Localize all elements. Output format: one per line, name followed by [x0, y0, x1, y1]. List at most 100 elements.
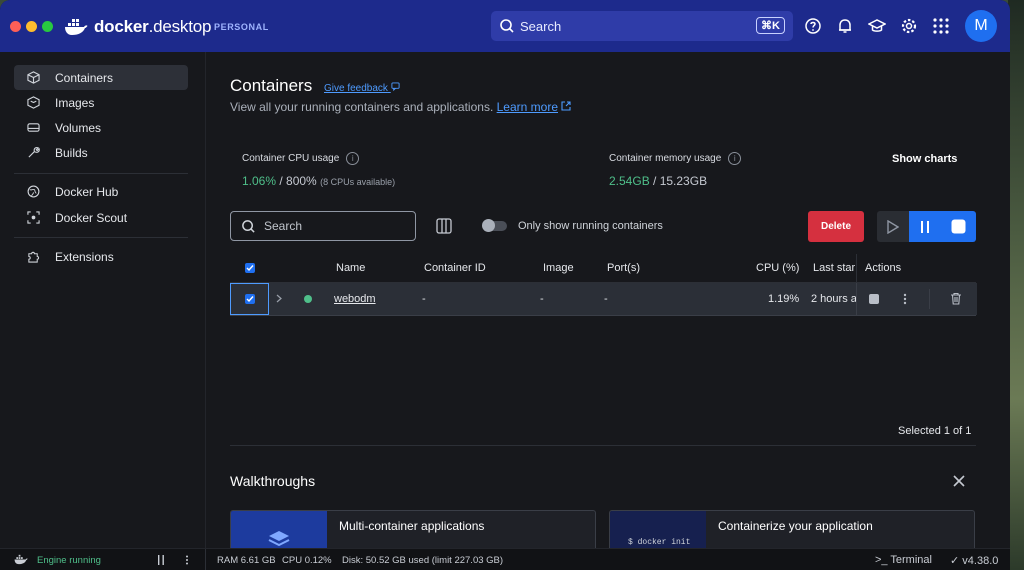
feedback-icon: [391, 82, 400, 92]
sidebar-item-label: Docker Hub: [55, 184, 119, 199]
terminal-button[interactable]: >_ Terminal: [875, 554, 932, 566]
sidebar-item-docker-scout[interactable]: Docker Scout: [14, 205, 188, 230]
column-image[interactable]: Image: [543, 262, 574, 274]
columns-icon[interactable]: [436, 218, 452, 234]
running-only-toggle[interactable]: [482, 219, 507, 232]
column-ports[interactable]: Port(s): [607, 262, 640, 274]
terminal-icon: >_: [875, 554, 888, 566]
give-feedback-link[interactable]: Give feedback: [324, 82, 400, 94]
sidebar-divider: [14, 237, 188, 238]
table-row[interactable]: webodm - - - 1.19% 2 hours a: [230, 283, 977, 316]
card-code-snippet: $ docker init: [628, 538, 691, 547]
last-started-cell: 2 hours a: [811, 293, 857, 305]
checkmark-icon: [246, 265, 254, 272]
minimize-window-button[interactable]: [26, 21, 37, 32]
memory-usage-current: 2.54GB: [609, 174, 650, 188]
delete-button[interactable]: Delete: [808, 211, 864, 242]
walkthroughs-title: Walkthroughs: [230, 473, 316, 489]
delete-trash-icon[interactable]: [950, 292, 962, 305]
toggle-knob: [482, 219, 495, 232]
card-title: Multi-container applications: [339, 519, 485, 533]
info-icon[interactable]: i: [728, 152, 742, 165]
card-title: Containerize your application: [718, 519, 873, 533]
sidebar-item-volumes[interactable]: Volumes: [14, 115, 188, 140]
version-indicator[interactable]: ✓ v4.38.0: [950, 554, 998, 567]
close-window-button[interactable]: [10, 21, 21, 32]
sidebar-item-builds[interactable]: Builds: [14, 140, 188, 165]
page-subtitle: View all your running containers and app…: [230, 100, 571, 114]
version-label: v4.38.0: [962, 555, 999, 567]
sidebar-item-extensions[interactable]: Extensions: [14, 244, 188, 269]
user-avatar[interactable]: M: [965, 10, 997, 42]
info-icon[interactable]: i: [346, 152, 360, 165]
stop-icon: [951, 219, 966, 234]
notifications-icon[interactable]: [836, 17, 854, 35]
cpu-count-note: (8 CPUs available): [320, 177, 396, 187]
layers-icon: [268, 531, 290, 547]
search-icon: [242, 219, 255, 233]
row-actions: [856, 283, 977, 315]
column-cpu[interactable]: CPU (%): [756, 262, 799, 274]
sidebar-divider: [14, 173, 188, 174]
sidebar-item-label: Builds: [55, 145, 88, 160]
actions-header-cell: Actions: [856, 254, 977, 282]
row-select-cell[interactable]: [230, 283, 269, 315]
cube-icon: [26, 71, 40, 85]
actions-divider: [929, 289, 930, 309]
engine-status[interactable]: Engine running: [37, 555, 101, 566]
row-checkbox[interactable]: [245, 294, 255, 304]
pause-icon: [921, 220, 929, 233]
extensions-grid-icon[interactable]: [932, 17, 950, 35]
selection-count: Selected 1 of 1: [898, 425, 972, 437]
docker-logo: docker.desktop: [64, 16, 211, 38]
sidebar-item-docker-hub[interactable]: Docker Hub: [14, 179, 188, 204]
cpu-cell: 1.19%: [768, 293, 800, 305]
show-charts-button[interactable]: Show charts: [892, 153, 957, 165]
settings-gear-icon[interactable]: [900, 17, 918, 35]
sidebar-item-containers[interactable]: Containers: [14, 65, 188, 90]
column-name[interactable]: Name: [336, 262, 365, 274]
global-search[interactable]: Search ⌘K: [491, 11, 793, 41]
pause-engine-icon[interactable]: [157, 555, 165, 565]
pause-button[interactable]: [909, 211, 941, 242]
page-title: Containers: [230, 76, 313, 95]
cpu-usage-current: 1.06%: [242, 174, 277, 188]
search-icon: [500, 19, 514, 33]
cpu-usage: CPU 0.12%: [282, 555, 332, 566]
cpu-usage-total: / 800%: [276, 174, 317, 188]
stop-container-icon[interactable]: [869, 294, 879, 304]
sidebar: Containers Images Volumes Builds Docker …: [0, 52, 206, 548]
learning-center-icon[interactable]: [868, 17, 886, 35]
images-icon: [26, 96, 40, 110]
walkthrough-card-containerize[interactable]: $ docker init Containerize your applicat…: [609, 510, 975, 551]
close-icon[interactable]: [952, 474, 966, 488]
chevron-right-icon[interactable]: [276, 294, 282, 303]
wrench-icon: [26, 146, 40, 160]
column-last-started[interactable]: Last star: [813, 262, 855, 274]
plan-badge: PERSONAL: [214, 22, 269, 32]
help-icon[interactable]: [804, 17, 822, 35]
check-icon: ✓: [950, 555, 960, 567]
scout-icon: [26, 211, 40, 225]
desktop-background: [1008, 0, 1024, 570]
table-header: Name Container ID Image Port(s) CPU (%) …: [230, 254, 977, 283]
column-actions: Actions: [865, 262, 902, 274]
column-container-id[interactable]: Container ID: [424, 262, 486, 274]
walkthrough-card-multi-container[interactable]: Multi-container applications: [230, 510, 596, 551]
sidebar-item-images[interactable]: Images: [14, 90, 188, 115]
running-status-dot: [304, 295, 312, 303]
start-button[interactable]: [877, 211, 909, 242]
container-name-link[interactable]: webodm: [334, 293, 376, 305]
learn-more-link[interactable]: Learn more: [497, 100, 558, 114]
maximize-window-button[interactable]: [42, 21, 53, 32]
whale-icon: [65, 19, 88, 35]
container-search-input[interactable]: Search: [230, 211, 416, 241]
sidebar-item-label: Docker Scout: [55, 210, 128, 225]
give-feedback-label: Give feedback: [324, 83, 388, 94]
more-options-icon[interactable]: [903, 293, 907, 305]
container-search-placeholder: Search: [264, 219, 303, 233]
globe-icon: [26, 185, 40, 199]
stop-button[interactable]: [941, 211, 976, 242]
more-options-icon[interactable]: [185, 555, 189, 565]
select-all-checkbox[interactable]: [245, 263, 255, 273]
